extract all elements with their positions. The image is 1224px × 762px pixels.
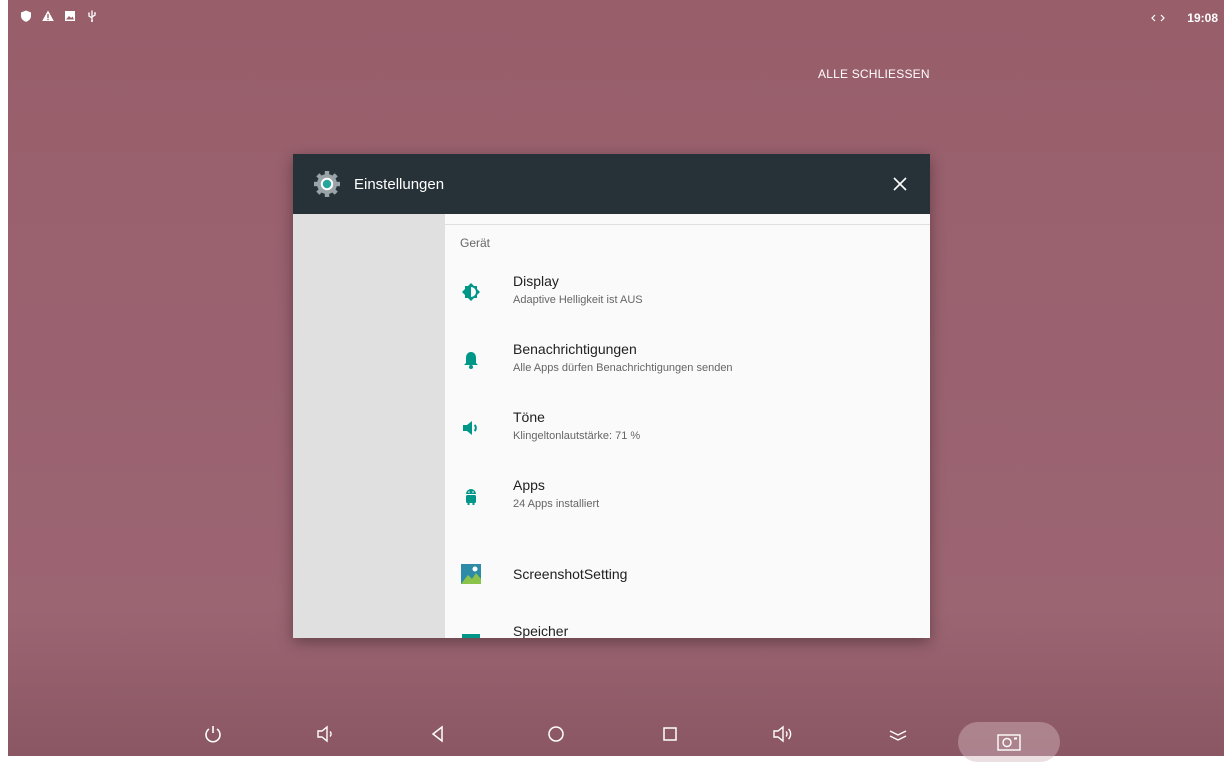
card-title: Einstellungen (354, 176, 445, 193)
volume-down-icon[interactable] (313, 722, 337, 746)
brightness-icon (462, 283, 480, 301)
section-header: Gerät (460, 236, 491, 250)
screenshot-image-icon (461, 564, 481, 584)
settings-item-apps[interactable]: Apps 24 Apps installiert (445, 466, 930, 526)
clock: 19:08 (1187, 11, 1218, 25)
warning-icon (42, 10, 54, 21)
settings-item-screenshot[interactable]: ScreenshotSetting (445, 544, 930, 604)
screenshot-icon (997, 734, 1021, 751)
bell-icon (464, 352, 478, 369)
close-icon[interactable] (888, 172, 912, 196)
android-icon (466, 489, 476, 505)
usb-icon (88, 10, 96, 22)
settings-item-storage[interactable]: Speicher (445, 612, 930, 638)
storage-icon (462, 634, 480, 638)
image-icon (65, 11, 75, 21)
item-title: Display (513, 273, 559, 289)
divider (445, 224, 930, 225)
recents-icon[interactable] (658, 722, 682, 746)
navigation-bar (8, 708, 1224, 762)
settings-item-display[interactable]: Display Adaptive Helligkeit ist AUS (445, 262, 930, 322)
settings-item-notifications[interactable]: Benachrichtigungen Alle Apps dürfen Bena… (445, 330, 930, 390)
close-all-button[interactable]: ALLE SCHLIESSEN (818, 67, 930, 81)
screenshot-button[interactable] (958, 722, 1060, 762)
card-header[interactable]: Einstellungen (293, 154, 930, 214)
settings-item-sound[interactable]: Töne Klingeltonlautstärke: 71 % (445, 398, 930, 458)
item-title: Apps (513, 477, 545, 493)
sync-arrows-icon (1151, 14, 1166, 22)
volume-icon (463, 421, 477, 435)
item-subtitle: 24 Apps installiert (513, 498, 600, 510)
power-icon[interactable] (201, 722, 225, 746)
item-subtitle: Klingeltonlautstärke: 71 % (513, 430, 641, 442)
home-icon[interactable] (544, 722, 568, 746)
card-left-pane (293, 214, 445, 638)
status-right: 19:08 (1151, 11, 1218, 25)
volume-up-icon[interactable] (771, 722, 795, 746)
item-title: Töne (513, 409, 545, 425)
settings-list: Gerät Display Adaptive Helligkeit ist AU… (445, 214, 930, 638)
item-title: Benachrichtigungen (513, 341, 637, 357)
item-title: ScreenshotSetting (513, 566, 628, 582)
recent-app-card[interactable]: Einstellungen Gerät Display Adaptive Hel… (293, 154, 930, 638)
item-subtitle: Alle Apps dürfen Benachrichtigungen send… (513, 362, 733, 374)
screen-border-left (0, 0, 8, 762)
back-icon[interactable] (426, 722, 450, 746)
item-subtitle: Adaptive Helligkeit ist AUS (513, 294, 643, 306)
status-bar: 19:08 (8, 0, 1224, 40)
collapse-icon[interactable] (886, 722, 910, 746)
shield-icon (21, 10, 31, 22)
settings-gear-icon (314, 171, 340, 197)
notification-icons (20, 10, 98, 22)
item-title: Speicher (513, 623, 569, 638)
